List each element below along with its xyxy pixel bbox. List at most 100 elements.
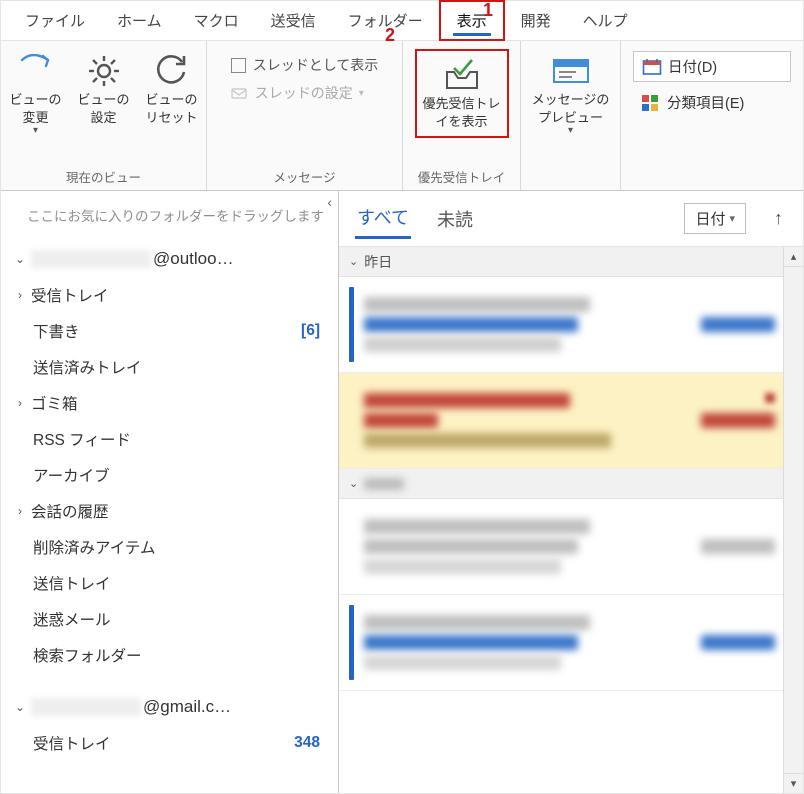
folder-count: [6] — [293, 322, 328, 340]
message-preview-label: メッセージの プレビュー — [532, 91, 610, 126]
ribbon-group-label-focused: 優先受信トレイ — [418, 166, 506, 190]
mail-item[interactable] — [339, 373, 803, 469]
message-scroll-area: ⌄ 昨日 — [339, 247, 803, 793]
ribbon-group-view: ビューの 変更 ▾ ビューの 設定 ビューの リセット 現在のビュー — [1, 41, 207, 190]
folder-conversation-history[interactable]: › 会話の履歴 — [11, 493, 328, 529]
chevron-down-icon: ⌄ — [349, 255, 358, 268]
tab-sendrecv[interactable]: 送受信 — [255, 2, 332, 39]
thread-settings-button: スレッドの設定 ▾ — [231, 83, 379, 103]
scroll-down-button[interactable]: ▾ — [784, 773, 803, 793]
message-preview-button[interactable]: メッセージの プレビュー ▾ — [526, 49, 616, 138]
calendar-icon — [642, 58, 662, 76]
tab-macro[interactable]: マクロ — [178, 2, 255, 39]
tab-file[interactable]: ファイル — [9, 2, 101, 39]
sort-direction-button[interactable]: ↑ — [770, 208, 787, 229]
category-icon — [641, 94, 661, 112]
arrange-by-category[interactable]: 分類項目(E) — [633, 88, 791, 117]
folder-trash[interactable]: › ゴミ箱 — [11, 385, 328, 421]
tab-dev[interactable]: 開発 — [505, 2, 567, 39]
tab-view[interactable]: 表示 — [439, 0, 505, 41]
redacted-text — [31, 250, 151, 268]
folder-drafts[interactable]: 下書き [6] — [11, 313, 328, 349]
show-as-thread-label: スレッドとして表示 — [253, 55, 379, 75]
folder-label: 迷惑メール — [33, 608, 328, 630]
focused-inbox-button[interactable]: 優先受信トレ イを表示 — [415, 49, 509, 138]
change-view-label: ビューの 変更 — [9, 91, 61, 126]
chevron-down-icon: ▾ — [33, 124, 38, 138]
folder-label: 送信済みトレイ — [33, 356, 328, 378]
chevron-right-icon: › — [11, 504, 29, 518]
folder-label: アーカイブ — [33, 464, 328, 486]
folder-outbox[interactable]: 送信トレイ — [11, 565, 328, 601]
arrange-by-date-label: 日付(D) — [668, 56, 717, 77]
account-row[interactable]: ⌄ @gmail.c… — [11, 689, 328, 725]
filter-unread-tab[interactable]: 未読 — [435, 200, 475, 238]
folder-nav: ‹ ここにお気に入りのフォルダーをドラッグします ⌄ @outloo… › 受信… — [1, 191, 339, 793]
view-settings-button[interactable]: ビューの 設定 — [72, 49, 136, 126]
reset-icon — [155, 51, 189, 91]
view-reset-button[interactable]: ビューの リセット — [140, 49, 204, 126]
preview-icon — [552, 51, 590, 91]
sort-button[interactable]: 日付 ▾ — [684, 203, 746, 234]
folder-search[interactable]: 検索フォルダー — [11, 637, 328, 673]
ribbon-group-message: スレッドとして表示 スレッドの設定 ▾ メッセージ — [207, 41, 403, 190]
show-as-thread-checkbox[interactable]: スレッドとして表示 — [231, 55, 379, 75]
nav-collapse-button[interactable]: ‹ — [327, 194, 332, 210]
redacted-text — [364, 478, 404, 490]
checkbox-icon — [231, 58, 246, 73]
change-view-button[interactable]: ビューの 変更 ▾ — [4, 49, 68, 138]
arrange-by-date[interactable]: 日付(D) — [633, 51, 791, 82]
change-view-icon — [18, 51, 54, 91]
unread-bar — [349, 605, 354, 680]
ribbon-group-label-preview — [569, 166, 572, 190]
gear-icon — [87, 51, 121, 91]
folder-inbox[interactable]: › 受信トレイ — [11, 277, 328, 313]
chevron-down-icon: ⌄ — [11, 700, 29, 714]
chevron-down-icon: ⌄ — [349, 477, 358, 490]
mail-item[interactable] — [339, 499, 803, 595]
message-list-header: すべて 未読 日付 ▾ ↑ — [339, 191, 803, 247]
folder-label: 削除済みアイテム — [33, 536, 328, 558]
arrange-by-category-label: 分類項目(E) — [667, 92, 744, 113]
folder-archive[interactable]: アーカイブ — [11, 457, 328, 493]
date-group-label: 昨日 — [364, 252, 392, 272]
folder-label: 検索フォルダー — [33, 644, 328, 666]
ribbon-group-preview: メッセージの プレビュー ▾ — [521, 41, 621, 190]
folder-label: RSS フィード — [33, 428, 328, 450]
chevron-down-icon: ▾ — [359, 88, 364, 99]
ribbon: ビューの 変更 ▾ ビューの 設定 ビューの リセット 現在のビュー — [1, 41, 803, 191]
scrollbar[interactable]: ▴ ▾ — [783, 247, 803, 793]
folder-inbox[interactable]: 受信トレイ 348 — [11, 725, 328, 761]
folder-junk[interactable]: 迷惑メール — [11, 601, 328, 637]
folder-label: 受信トレイ — [33, 732, 284, 754]
chevron-right-icon: › — [11, 396, 29, 410]
unread-bar — [349, 287, 354, 362]
tab-help[interactable]: ヘルプ — [567, 2, 644, 39]
mail-item[interactable] — [339, 595, 803, 691]
folder-label: 送信トレイ — [33, 572, 328, 594]
folder-count: 348 — [286, 734, 328, 752]
folder-rss[interactable]: RSS フィード — [11, 421, 328, 457]
view-settings-label: ビューの 設定 — [77, 91, 129, 126]
chevron-down-icon: ⌄ — [11, 252, 29, 266]
account-name: @gmail.c… — [143, 697, 328, 717]
chevron-down-icon: ▾ — [568, 124, 573, 138]
folder-deleted[interactable]: 削除済みアイテム — [11, 529, 328, 565]
menubar: ファイル ホーム マクロ 送受信 フォルダー 表示 開発 ヘルプ 1 — [1, 1, 803, 41]
folder-label: 下書き — [33, 320, 291, 342]
date-group-header[interactable]: ⌄ 昨日 — [339, 247, 803, 277]
date-group-header[interactable]: ⌄ — [339, 469, 803, 499]
message-list-pane: すべて 未読 日付 ▾ ↑ ⌄ 昨日 — [339, 191, 803, 793]
mail-item[interactable] — [339, 277, 803, 373]
callout-1: 1 — [483, 0, 493, 21]
filter-all-tab[interactable]: すべて — [355, 198, 411, 239]
tab-home[interactable]: ホーム — [101, 2, 178, 39]
chevron-right-icon: › — [11, 288, 29, 302]
favorites-hint: ここにお気に入りのフォルダーをドラッグします — [1, 191, 338, 235]
account-row[interactable]: ⌄ @outloo… — [11, 241, 328, 277]
scroll-up-button[interactable]: ▴ — [784, 247, 803, 267]
inbox-check-icon — [442, 55, 482, 95]
redacted-text — [31, 698, 141, 716]
unread-bar — [349, 509, 354, 584]
folder-sent[interactable]: 送信済みトレイ — [11, 349, 328, 385]
